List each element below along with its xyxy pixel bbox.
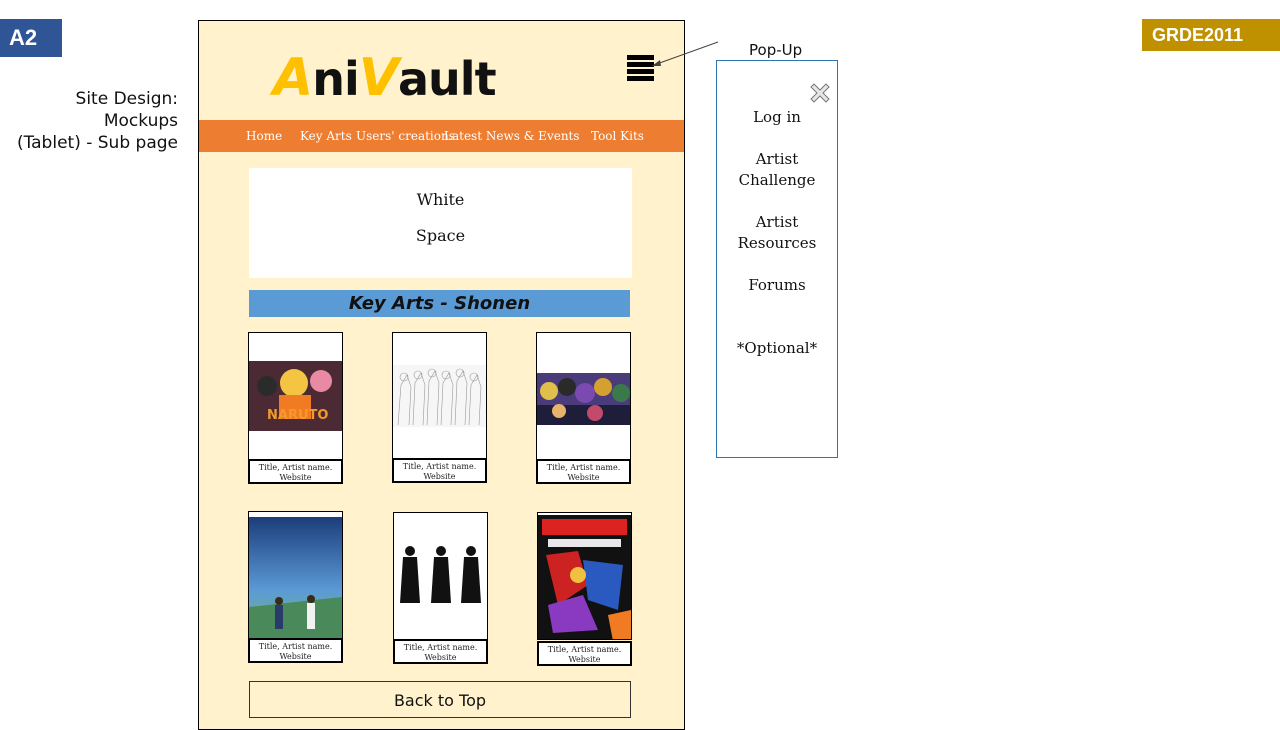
caption-website: Website xyxy=(423,472,456,481)
artwork-image xyxy=(538,515,631,639)
popup-item-forums[interactable]: Forums xyxy=(717,275,837,296)
artwork-caption: Title, Artist name. Website xyxy=(248,459,343,484)
artwork-card[interactable] xyxy=(536,332,631,460)
popup-item-artist-resources[interactable]: Artist Resources xyxy=(717,212,837,254)
slide-note-line: (Tablet) - Sub page xyxy=(16,133,178,153)
nav-home[interactable]: Home xyxy=(246,120,282,152)
popup-label: Pop-Up xyxy=(749,41,803,59)
nav-tool-kits[interactable]: Tool Kits xyxy=(591,120,644,152)
caption-title: Title, Artist name. xyxy=(547,645,622,654)
logo-letter-v: V xyxy=(358,48,399,108)
white-space-block: White Space xyxy=(249,168,632,278)
artwork-card[interactable] xyxy=(393,512,488,640)
logo-letter-a: A xyxy=(273,48,313,108)
slide-tag: A2 xyxy=(0,19,62,57)
caption-title: Title, Artist name. xyxy=(402,462,477,471)
section-title: Key Arts - Shonen xyxy=(249,290,630,317)
artwork-card[interactable] xyxy=(248,511,343,639)
tablet-mockup: AniVault Home Key Arts Users' creations … xyxy=(198,20,685,730)
artwork-caption: Title, Artist name. Website xyxy=(393,639,488,664)
back-to-top-button[interactable]: Back to Top xyxy=(249,681,631,718)
artwork-image xyxy=(394,543,487,615)
artwork-caption: Title, Artist name. Website xyxy=(536,459,631,484)
popup-item-label: Artist Challenge xyxy=(738,150,816,189)
nav-key-arts[interactable]: Key Arts xyxy=(300,120,352,152)
nav-users-creations[interactable]: Users' creations xyxy=(356,120,455,152)
artwork-image xyxy=(249,517,342,638)
course-code-badge: GRDE2011 xyxy=(1142,19,1280,51)
caption-title: Title, Artist name. xyxy=(258,642,333,651)
artwork-card[interactable] xyxy=(392,332,487,460)
slide-note-line: Mockups xyxy=(103,111,178,131)
artwork-card[interactable] xyxy=(537,512,632,640)
artwork-image: NARUTO xyxy=(249,361,342,431)
caption-website: Website xyxy=(424,653,457,662)
popup-item-log-in[interactable]: Log in xyxy=(717,107,837,128)
caption-title: Title, Artist name. xyxy=(403,643,478,652)
logo-text-ni: ni xyxy=(312,52,360,106)
artwork-image xyxy=(537,373,630,425)
popup-item-label: Artist Resources xyxy=(737,213,817,252)
main-nav: Home Key Arts Users' creations Latest Ne… xyxy=(199,120,684,152)
caption-website: Website xyxy=(567,473,600,482)
popup-item-artist-challenge[interactable]: Artist Challenge xyxy=(717,149,837,191)
slide-note-line: Site Design: xyxy=(75,89,178,109)
artwork-image xyxy=(393,365,486,427)
svg-text:NARUTO: NARUTO xyxy=(267,408,328,423)
caption-website: Website xyxy=(568,655,601,664)
logo-text-ault: ault xyxy=(398,52,497,106)
popup-menu: Log in Artist Challenge Artist Resources… xyxy=(716,60,838,458)
caption-website: Website xyxy=(279,652,312,661)
white-space-line: White xyxy=(416,190,465,209)
caption-title: Title, Artist name. xyxy=(546,463,621,472)
white-space-line: Space xyxy=(415,226,466,245)
artwork-caption: Title, Artist name. Website xyxy=(248,638,343,663)
artwork-card[interactable]: NARUTO xyxy=(248,332,343,460)
popup-item-optional[interactable]: *Optional* xyxy=(717,338,837,359)
nav-latest-news[interactable]: Latest News & Events xyxy=(444,120,580,152)
caption-website: Website xyxy=(279,473,312,482)
slide-note: Site Design: Mockups (Tablet) - Sub page xyxy=(0,88,178,154)
artwork-caption: Title, Artist name. Website xyxy=(392,458,487,483)
caption-title: Title, Artist name. xyxy=(258,463,333,472)
close-icon[interactable] xyxy=(809,82,831,104)
artwork-caption: Title, Artist name. Website xyxy=(537,641,632,666)
site-logo[interactable]: AniVault xyxy=(273,52,497,106)
